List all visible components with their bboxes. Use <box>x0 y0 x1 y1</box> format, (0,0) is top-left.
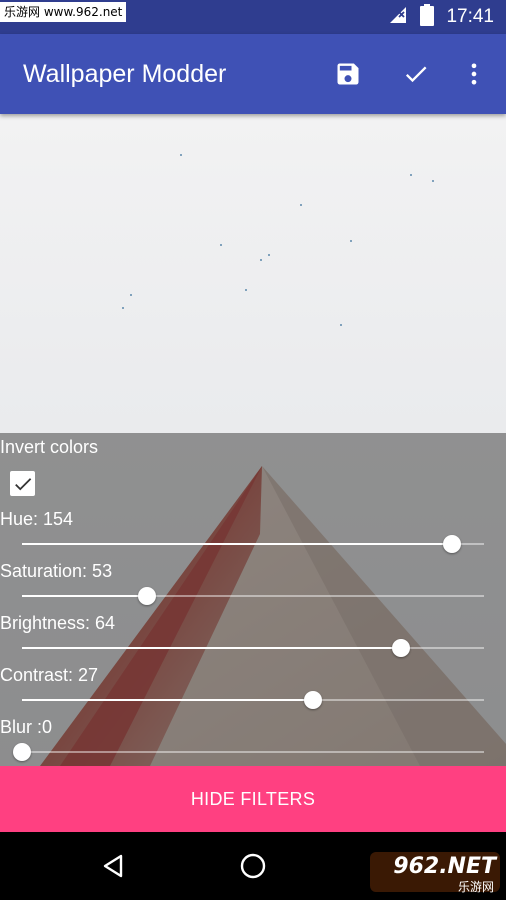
slider-fill <box>22 647 401 649</box>
watermark-brand: 962.NET <box>393 854 496 879</box>
slider-thumb[interactable] <box>13 743 31 761</box>
app-title: Wallpaper Modder <box>23 60 227 88</box>
save-icon <box>337 63 359 85</box>
slider-thumb[interactable] <box>391 639 410 657</box>
saturation-slider[interactable] <box>22 581 484 611</box>
home-button[interactable] <box>235 848 271 884</box>
hue-label: Hue: 154 <box>0 509 74 529</box>
slider-thumb[interactable] <box>442 535 461 553</box>
hue-slider[interactable] <box>22 529 484 559</box>
watermark-label: 乐游网 www.962.net <box>0 2 127 22</box>
apply-button[interactable] <box>398 56 434 92</box>
blur-slider[interactable] <box>13 737 484 767</box>
watermark-sub: 乐游网 <box>457 880 494 894</box>
app-bar: Wallpaper Modder <box>0 34 506 114</box>
slider-thumb[interactable] <box>304 691 323 709</box>
hide-filters-button[interactable]: HIDE FILTERS <box>0 766 506 832</box>
back-button[interactable] <box>95 848 131 884</box>
status-icons: 17:41 <box>388 0 494 34</box>
more-vert-icon <box>471 63 477 85</box>
slider-fill <box>22 595 147 597</box>
slider-thumb[interactable] <box>137 587 156 605</box>
invert-colors-checkbox[interactable] <box>10 471 35 496</box>
back-icon <box>103 854 123 878</box>
contrast-label: Contrast: 27 <box>0 665 99 685</box>
invert-colors-label: Invert colors <box>0 437 99 457</box>
check-icon <box>405 66 427 83</box>
slider-fill <box>22 699 314 701</box>
save-button[interactable] <box>330 56 366 92</box>
slider-track <box>22 751 484 753</box>
overflow-menu-button[interactable] <box>456 56 492 92</box>
signal-icon <box>388 5 408 30</box>
brightness-label: Brightness: 64 <box>0 613 116 633</box>
checkmark-icon <box>14 477 31 490</box>
blur-label: Blur :0 <box>0 717 53 737</box>
screen: 乐游网 www.962.net 17:41 Wallpaper Modder I… <box>0 0 506 900</box>
filters-panel: Invert colors Hue: 154 Saturation: 53 Br… <box>0 433 506 766</box>
home-icon <box>240 853 266 879</box>
clock: 17:41 <box>446 6 494 27</box>
status-bar: 乐游网 www.962.net 17:41 <box>0 0 506 34</box>
contrast-slider[interactable] <box>22 685 484 715</box>
brightness-slider[interactable] <box>22 633 484 663</box>
slider-fill <box>22 543 452 545</box>
saturation-label: Saturation: 53 <box>0 561 113 581</box>
navigation-bar: 962.NET 乐游网 <box>0 832 506 900</box>
battery-icon <box>420 3 435 31</box>
